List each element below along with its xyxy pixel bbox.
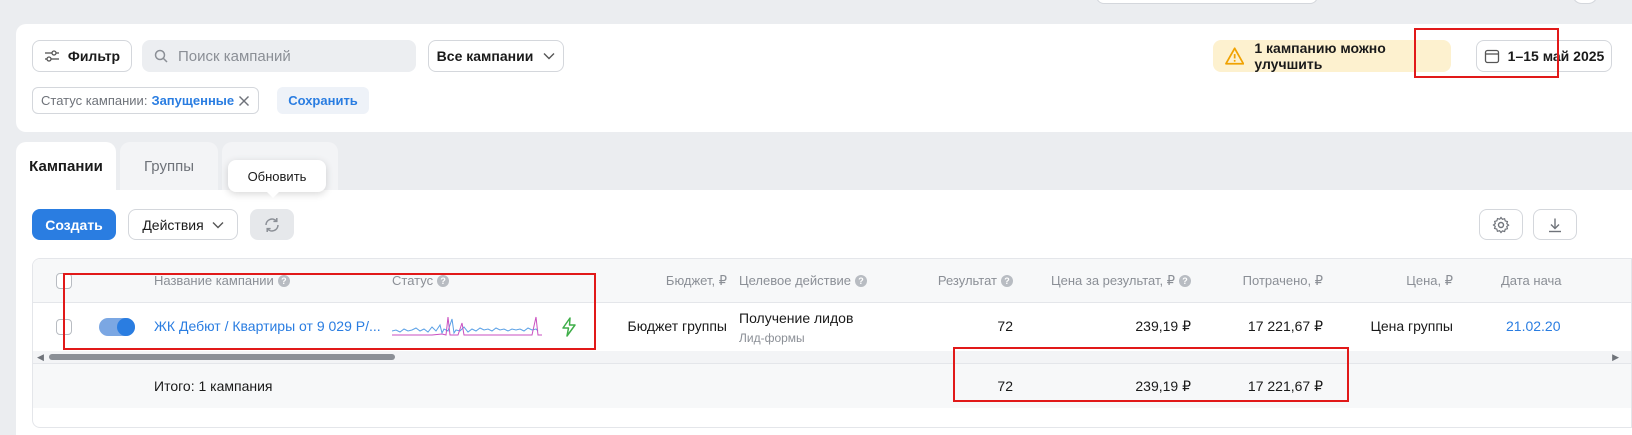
date-range-picker[interactable]: 1–15 май 2025	[1476, 40, 1612, 72]
status-filter-chip[interactable]: Статус кампании: Запущенные	[32, 87, 260, 114]
download-button[interactable]	[1533, 209, 1577, 240]
tab-campaigns[interactable]: Кампании	[16, 142, 116, 190]
filter-button-label: Фильтр	[67, 48, 121, 64]
campaigns-table: Название кампании ? Статус ? Бюджет, ₽ Ц…	[32, 258, 1632, 428]
table-header: Название кампании ? Статус ? Бюджет, ₽ Ц…	[33, 259, 1631, 303]
status-filter-value: Запущенные	[151, 93, 235, 108]
horizontal-scrollbar[interactable]: ◀ ▶	[33, 351, 1631, 363]
row-goal-subtitle: Лид-формы	[739, 331, 805, 345]
scrollbar-thumb[interactable]	[49, 354, 395, 360]
totals-cost-per-result: 239,19 ₽	[1135, 378, 1191, 394]
close-icon[interactable]	[238, 95, 250, 107]
actions-dropdown[interactable]: Действия	[128, 209, 238, 240]
row-goal: Получение лидов	[739, 310, 854, 326]
column-price-label: Цена, ₽	[1406, 273, 1453, 288]
filter-button[interactable]: Фильтр	[32, 40, 132, 72]
campaigns-panel: Создать Действия Название кампании ? Ста…	[16, 190, 1632, 435]
chevron-down-icon	[543, 53, 555, 60]
improve-alert[interactable]: 1 кампанию можно улучшить	[1213, 40, 1451, 72]
row-cost-per-result: 239,19 ₽	[1135, 318, 1191, 334]
refresh-button[interactable]	[250, 209, 294, 240]
search-input[interactable]	[178, 47, 398, 65]
column-result[interactable]: Результат ?	[938, 273, 1013, 288]
column-result-label: Результат	[937, 273, 997, 288]
help-icon[interactable]: ?	[855, 274, 867, 287]
column-cost-per-result-label: Цена за результат, ₽	[1051, 273, 1175, 288]
table-settings-button[interactable]	[1479, 209, 1523, 240]
lightning-icon[interactable]	[561, 317, 577, 337]
row-spent: 17 221,67 ₽	[1247, 318, 1323, 334]
calendar-icon	[1484, 49, 1499, 64]
chevron-down-icon	[212, 221, 224, 228]
column-goal[interactable]: Целевое действие ?	[739, 273, 867, 288]
campaign-name-link[interactable]: ЖК Дебют / Квартиры от 9 029 Р/...	[154, 318, 381, 334]
column-name[interactable]: Название кампании ?	[154, 273, 290, 288]
column-status[interactable]: Статус ?	[392, 273, 450, 288]
row-checkbox[interactable]	[56, 319, 72, 335]
totals-result: 72	[997, 378, 1013, 394]
warning-icon	[1225, 47, 1245, 65]
column-name-label: Название кампании	[154, 273, 274, 288]
scroll-right-icon[interactable]: ▶	[1612, 352, 1619, 363]
help-icon[interactable]: ?	[437, 274, 450, 287]
help-icon[interactable]: ?	[277, 274, 290, 287]
column-spent-label: Потрачено, ₽	[1242, 273, 1323, 288]
scroll-left-icon[interactable]: ◀	[37, 352, 44, 363]
date-range-label: 1–15 май 2025	[1507, 48, 1605, 64]
help-icon[interactable]: ?	[1179, 275, 1191, 287]
top-avatar-remnant	[1572, 0, 1598, 4]
row-result: 72	[997, 318, 1013, 334]
sliders-icon	[44, 50, 59, 62]
row-start-date[interactable]: 21.02.20	[1506, 318, 1561, 334]
column-budget[interactable]: Бюджет, ₽	[666, 273, 727, 289]
totals-label: Итого: 1 кампания	[154, 378, 273, 394]
campaign-toggle[interactable]	[99, 318, 135, 336]
table-row[interactable]: ЖК Дебют / Квартиры от 9 029 Р/... Бюдже…	[33, 303, 1631, 351]
row-budget: Бюджет группы	[627, 318, 728, 334]
column-spent[interactable]: Потрачено, ₽	[1243, 273, 1323, 289]
status-sparkline	[392, 316, 542, 336]
column-cost-per-result[interactable]: Цена за результат, ₽ ?	[1051, 273, 1191, 289]
gear-icon	[1492, 216, 1510, 233]
search-icon	[154, 49, 168, 63]
help-icon[interactable]: ?	[1001, 274, 1013, 287]
filter-panel: Фильтр Все кампании 1 кампанию можно улу…	[16, 24, 1632, 132]
column-start-date[interactable]: Дата нача	[1501, 273, 1562, 288]
search-box[interactable]	[142, 40, 416, 72]
select-all-checkbox[interactable]	[56, 273, 72, 289]
status-filter-label: Статус кампании:	[41, 93, 148, 108]
tab-groups[interactable]: Группы	[120, 142, 218, 190]
top-search-remnant	[1096, 0, 1318, 4]
campaign-scope-label: Все кампании	[436, 48, 534, 64]
campaign-scope-dropdown[interactable]: Все кампании	[428, 40, 564, 72]
column-status-label: Статус	[392, 273, 434, 288]
row-price: Цена группы	[1370, 318, 1453, 334]
column-price[interactable]: Цена, ₽	[1406, 273, 1453, 289]
improve-alert-text: 1 кампанию можно улучшить	[1254, 40, 1386, 72]
column-budget-label: Бюджет, ₽	[665, 273, 727, 288]
column-goal-label: Целевое действие	[739, 273, 851, 288]
refresh-tooltip: Обновить	[228, 160, 326, 198]
create-button[interactable]: Создать	[32, 209, 116, 240]
download-icon	[1549, 218, 1561, 232]
refresh-icon	[265, 217, 279, 232]
save-filter-button[interactable]: Сохранить	[277, 87, 369, 114]
actions-label: Действия	[142, 216, 204, 233]
column-start-date-label: Дата нача	[1501, 273, 1562, 288]
totals-spent: 17 221,67 ₽	[1247, 378, 1323, 394]
top-strip	[0, 0, 1632, 12]
totals-row: Итого: 1 кампания 72 239,19 ₽ 17 221,67 …	[33, 363, 1631, 408]
